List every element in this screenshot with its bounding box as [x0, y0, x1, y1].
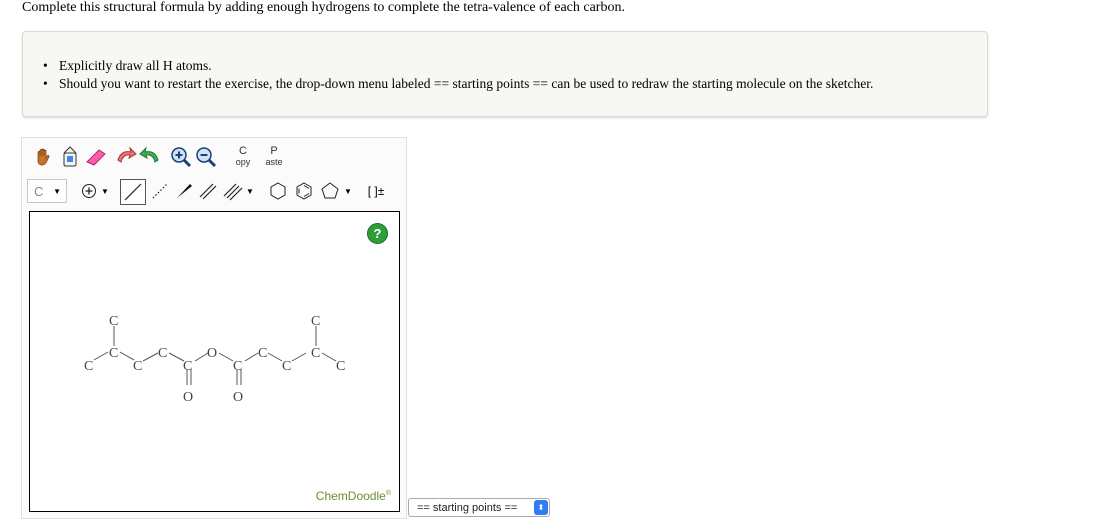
- atom-label: C: [336, 359, 345, 374]
- chevron-down-icon: ▼: [53, 186, 61, 196]
- atom-label: C: [109, 346, 118, 361]
- eraser-icon[interactable]: [85, 146, 109, 166]
- atom-label: C: [311, 314, 320, 329]
- undo-icon[interactable]: [115, 146, 137, 166]
- hashed-bond-tool[interactable]: [148, 179, 172, 203]
- copy-label-top: C: [239, 144, 247, 157]
- bond: [142, 352, 159, 362]
- chemdoodle-sketcher: C opy P aste C ▼ ▼ ▼ ▼ []± ? C C C C C …: [21, 137, 407, 519]
- cyclohexane-tool[interactable]: [266, 179, 290, 203]
- atom-label: C: [183, 359, 192, 374]
- bracket-label: [ ]±: [367, 184, 385, 198]
- atom-label: C: [84, 359, 93, 374]
- starting-points-value: == starting points ==: [417, 501, 518, 514]
- element-label: C: [34, 183, 44, 199]
- bond: [321, 352, 337, 362]
- instruction-item: Should you want to restart the exercise,…: [43, 75, 873, 93]
- bond: [244, 352, 259, 362]
- starting-points-select[interactable]: == starting points == ⬍: [408, 498, 550, 517]
- bond: [93, 351, 109, 361]
- copy-button[interactable]: C opy: [230, 143, 256, 169]
- bracket-charge-tool[interactable]: [ ]±: [362, 179, 390, 203]
- clear-canvas-icon[interactable]: [59, 144, 81, 168]
- atom-label: O: [183, 390, 193, 405]
- instructions-list: Explicitly draw all H atoms. Should you …: [43, 57, 873, 93]
- chevron-down-icon: ▼: [344, 186, 352, 196]
- chemdoodle-brand: ChemDoodle®: [316, 489, 391, 503]
- atom-label: C: [258, 346, 267, 361]
- question-text: Complete this structural formula by addi…: [22, 0, 625, 15]
- bond: [119, 351, 135, 361]
- instruction-item: Explicitly draw all H atoms.: [43, 57, 873, 75]
- bond: [218, 352, 234, 362]
- atom-label: C: [158, 346, 167, 361]
- triple-bond-tool[interactable]: ▼: [220, 179, 256, 203]
- paste-label-top: P: [270, 144, 278, 157]
- atom-label: O: [207, 346, 217, 361]
- drawing-canvas[interactable]: ? C C C C C C O O C C C C C C O ChemDood…: [29, 211, 400, 512]
- atom-label: C: [133, 359, 142, 374]
- benzene-tool[interactable]: [292, 179, 316, 203]
- bond: [291, 352, 307, 362]
- cyclopentane-tool[interactable]: ▼: [316, 179, 356, 203]
- bond: [267, 352, 283, 362]
- chevron-down-icon: ▼: [101, 186, 109, 196]
- atom-label: C: [282, 359, 291, 374]
- plus-charge-icon: [82, 184, 97, 198]
- chevron-down-icon: ▼: [246, 186, 254, 196]
- element-selector[interactable]: C ▼: [27, 179, 67, 203]
- select-arrows-icon: ⬍: [534, 500, 548, 515]
- bond: [168, 352, 185, 362]
- brand-text: ChemDoodle: [315, 489, 386, 503]
- copy-label-bottom: opy: [235, 156, 251, 167]
- help-icon[interactable]: ?: [367, 223, 388, 244]
- paste-button[interactable]: P aste: [260, 143, 288, 169]
- atom-label: O: [233, 390, 243, 405]
- atom-label: C: [233, 359, 242, 374]
- zoom-out-icon[interactable]: [195, 146, 217, 168]
- zoom-in-icon[interactable]: [170, 146, 192, 168]
- instructions-panel: Explicitly draw all H atoms. Should you …: [22, 31, 988, 117]
- molecule-drawing: C C C C C C O O C C C C C C C O: [84, 314, 345, 405]
- double-bond-tool[interactable]: [196, 179, 220, 203]
- charge-tool[interactable]: ▼: [78, 179, 112, 203]
- atom-label: C: [109, 314, 118, 329]
- hand-pan-icon[interactable]: [32, 146, 54, 168]
- wedge-bond-tool[interactable]: [172, 179, 196, 203]
- single-bond-tool[interactable]: [120, 179, 146, 205]
- registered-mark: ®: [385, 490, 391, 497]
- atom-label: C: [311, 346, 320, 361]
- paste-label-bottom: aste: [265, 156, 283, 167]
- redo-icon[interactable]: [139, 146, 161, 166]
